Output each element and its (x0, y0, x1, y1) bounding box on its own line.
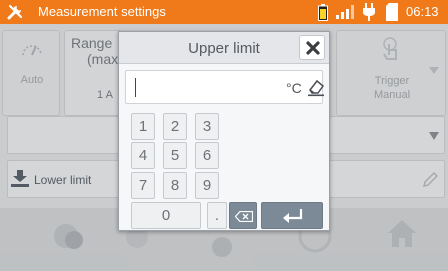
key-0[interactable]: 0 (131, 202, 201, 229)
unit-label: °C (286, 80, 302, 96)
dialog-title: Upper limit (188, 40, 260, 57)
text-caret (135, 78, 136, 97)
status-bar-title: Measurement settings (38, 4, 166, 19)
plug-icon (363, 3, 375, 21)
upper-limit-dialog: Upper limit °C 1 2 3 4 5 6 7 8 9 0 . (118, 31, 330, 231)
enter-icon (283, 209, 303, 223)
close-icon (306, 41, 320, 55)
key-7[interactable]: 7 (131, 172, 155, 199)
status-bar-time: 06:13 (406, 4, 439, 19)
backspace-button[interactable] (229, 202, 257, 229)
close-button[interactable] (299, 35, 325, 60)
backspace-icon (235, 211, 253, 222)
key-4[interactable]: 4 (131, 142, 155, 169)
status-bar: Measurement settings 06:13 (0, 0, 448, 24)
enter-button[interactable] (261, 202, 323, 229)
key-9[interactable]: 9 (195, 172, 219, 199)
key-3[interactable]: 3 (195, 113, 219, 140)
key-1[interactable]: 1 (131, 113, 155, 140)
wrench-icon[interactable] (6, 3, 24, 21)
key-8[interactable]: 8 (163, 172, 187, 199)
key-5[interactable]: 5 (163, 142, 187, 169)
battery-icon (318, 4, 328, 21)
value-input[interactable]: °C (125, 70, 326, 104)
key-6[interactable]: 6 (195, 142, 219, 169)
dialog-header: Upper limit (119, 32, 329, 64)
key-2[interactable]: 2 (163, 113, 187, 140)
erase-icon[interactable] (306, 77, 326, 97)
signal-icon (336, 5, 354, 19)
sd-card-icon (386, 3, 398, 21)
key-decimal[interactable]: . (207, 202, 227, 229)
